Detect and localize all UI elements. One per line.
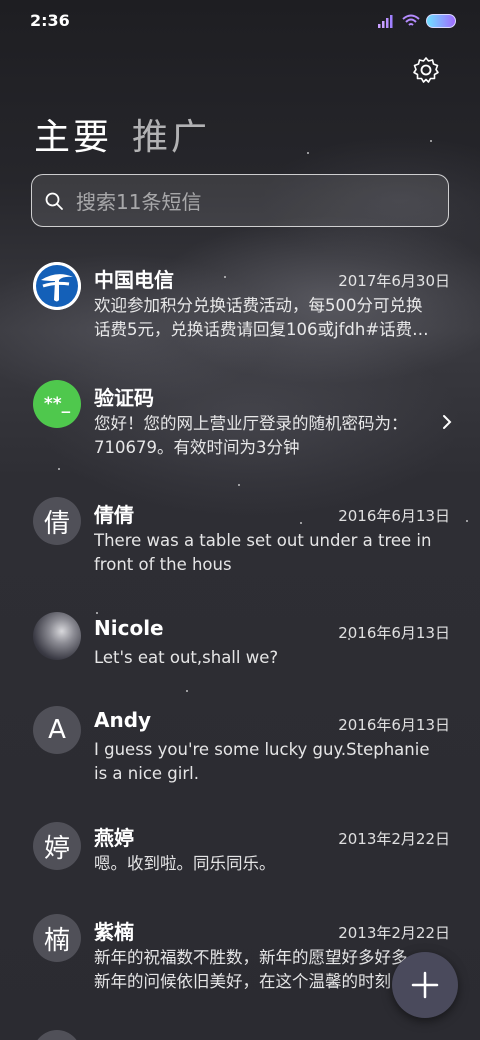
- tab-promotion[interactable]: 推广: [132, 108, 210, 160]
- wifi-icon: [402, 14, 420, 26]
- compose-button[interactable]: [392, 952, 458, 1018]
- preview-line: I guess you're some lucky guy.Stephanie: [94, 740, 430, 759]
- conversation-name: 验证码: [94, 386, 154, 410]
- signal-icon: [378, 15, 393, 28]
- conversation-name: 紫楠: [94, 920, 134, 944]
- conversation-name: Nicole: [94, 616, 164, 640]
- preview-line: There was a table set out under a tree i…: [94, 531, 432, 550]
- avatar: 婷: [33, 822, 81, 870]
- battery-icon: [426, 14, 456, 28]
- conversation-date: 2016年6月13日: [338, 507, 450, 525]
- avatar-text: **_: [43, 394, 71, 414]
- avatar-text: 倩: [43, 508, 70, 539]
- conversation-date: 2017年6月30日: [338, 272, 450, 290]
- avatar-photo: [33, 612, 81, 660]
- preview-line: Let's eat out,shall we?: [94, 648, 279, 667]
- preview-line: 您好！您的网上营业厅登录的随机密码为：: [94, 414, 408, 433]
- conversation-preview: I guess you're some lucky guy.Stephanie …: [94, 738, 450, 786]
- conversation-date: 2013年2月22日: [338, 830, 450, 848]
- search-bar[interactable]: 搜索11条短信: [31, 174, 449, 227]
- china-telecom-logo: [33, 262, 81, 310]
- conversation-item[interactable]: [0, 1026, 480, 1040]
- conversation-name: Andy: [94, 708, 152, 732]
- conversation-item[interactable]: 中国电信 2017年6月30日 欢迎参加积分兑换话费活动，每500分可兑换 话费…: [0, 250, 480, 360]
- preview-line: 710679。有效时间为3分钟: [94, 438, 300, 457]
- conversation-name: 燕婷: [94, 826, 134, 850]
- search-icon: [45, 192, 63, 210]
- conversation-item[interactable]: Nicole 2016年6月13日 Let's eat out,shall we…: [0, 602, 480, 692]
- conversation-name: 中国电信: [94, 268, 174, 292]
- chevron-right-icon[interactable]: [440, 413, 454, 431]
- avatar: [33, 1030, 81, 1040]
- avatar-text: 婷: [43, 833, 70, 864]
- conversation-item[interactable]: 婷 燕婷 2013年2月22日 嗯。收到啦。同乐同乐。: [0, 814, 480, 904]
- conversation-preview: 您好！您的网上营业厅登录的随机密码为： 710679。有效时间为3分钟: [94, 412, 424, 460]
- conversation-preview: Let's eat out,shall we?: [94, 646, 450, 670]
- preview-line: 欢迎参加积分兑换话费活动，每500分可兑换: [94, 296, 423, 315]
- tab-main[interactable]: 主要: [34, 108, 112, 160]
- avatar: 楠: [33, 914, 81, 962]
- category-tabs: 主要 推广: [34, 108, 210, 160]
- status-icons: [378, 12, 456, 30]
- conversation-item[interactable]: A Andy 2016年6月13日 I guess you're some lu…: [0, 696, 480, 806]
- preview-line: 话费5元，兑换话费请回复106或jfdh#话费…: [94, 320, 429, 339]
- conversation-name: 倩倩: [94, 503, 134, 527]
- conversation-date: 2016年6月13日: [338, 624, 450, 642]
- avatar: 倩: [33, 497, 81, 545]
- plus-icon: [411, 971, 439, 999]
- status-time: 2:36: [30, 11, 70, 30]
- conversation-preview: 嗯。收到啦。同乐同乐。: [94, 852, 450, 876]
- avatar: A: [33, 706, 81, 754]
- avatar-text: A: [48, 715, 66, 745]
- conversation-date: 2016年6月13日: [338, 716, 450, 734]
- preview-line: front of the hous: [94, 555, 232, 574]
- conversation-item[interactable]: 倩 倩倩 2016年6月13日 There was a table set ou…: [0, 485, 480, 595]
- avatar-text: 楠: [43, 925, 70, 956]
- conversation-item[interactable]: **_ 验证码 您好！您的网上营业厅登录的随机密码为： 710679。有效时间为…: [0, 368, 480, 478]
- conversation-preview: 欢迎参加积分兑换话费活动，每500分可兑换 话费5元，兑换话费请回复106或jf…: [94, 294, 450, 342]
- china-telecom-logo-icon: [33, 262, 81, 310]
- search-input[interactable]: 搜索11条短信: [76, 186, 201, 215]
- status-bar: 2:36: [0, 0, 480, 42]
- conversation-preview: There was a table set out under a tree i…: [94, 529, 450, 577]
- preview-line: 嗯。收到啦。同乐同乐。: [94, 854, 276, 873]
- preview-line: is a nice girl.: [94, 764, 199, 783]
- gear-icon[interactable]: [412, 56, 440, 84]
- conversation-date: 2013年2月22日: [338, 924, 450, 942]
- avatar: **_: [33, 380, 81, 428]
